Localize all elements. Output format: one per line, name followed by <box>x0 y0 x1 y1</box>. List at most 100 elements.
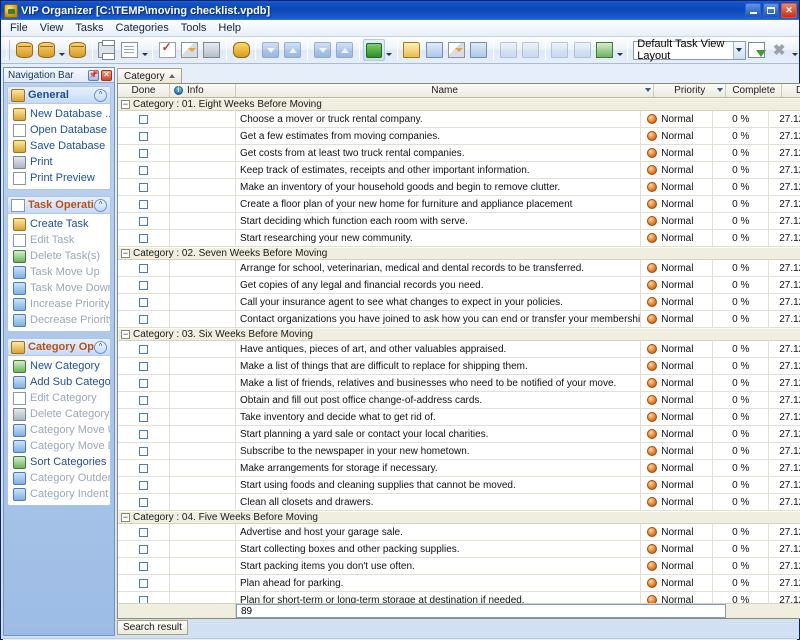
cell-date[interactable]: 27.12.2005 11:34:57 <box>769 477 800 493</box>
cell-priority[interactable]: Normal <box>641 277 714 293</box>
cell-name[interactable]: Start collecting boxes and other packing… <box>236 541 642 557</box>
sidebar-item-delete-tasks[interactable]: Delete Task(s) <box>8 248 110 264</box>
cell-name[interactable]: Make a list of friends, relatives and bu… <box>236 375 642 391</box>
decrease-priority-button[interactable] <box>311 39 333 61</box>
open-database-button[interactable] <box>35 39 57 61</box>
table-row[interactable]: Keep track of estimates, receipts and ot… <box>118 162 800 179</box>
cell-priority[interactable]: Normal <box>641 426 714 442</box>
layout-combo[interactable]: Default Task View Layout <box>633 38 746 62</box>
sidebar-item-create-task[interactable]: Create Task <box>8 216 110 232</box>
cell-name[interactable]: Contact organizations you have joined to… <box>236 311 642 327</box>
cell-name[interactable]: Start planning a yard sale or contact yo… <box>236 426 642 442</box>
cell-priority[interactable]: Normal <box>641 213 714 229</box>
cell-name[interactable]: Start using foods and cleaning supplies … <box>236 477 642 493</box>
sidebar-item-delete-category[interactable]: Delete Category <box>8 406 110 422</box>
done-checkbox[interactable] <box>139 314 148 324</box>
cell-priority[interactable]: Normal <box>641 260 714 276</box>
cell-priority[interactable]: Normal <box>641 145 714 161</box>
cell-name[interactable]: Start packing items you don't use often. <box>236 558 642 574</box>
cell-priority[interactable]: Normal <box>641 558 714 574</box>
cell-complete[interactable]: 0 % <box>713 213 770 229</box>
cell-date[interactable]: 27.12.2005 11:29:59 <box>769 128 800 144</box>
menu-item-help[interactable]: Help <box>212 21 247 35</box>
cell-name[interactable]: Plan for short-term or long-term storage… <box>236 592 642 603</box>
cell-complete[interactable]: 0 % <box>713 460 770 476</box>
cell-date[interactable]: 27.12.2005 11:34:25 <box>769 277 800 293</box>
done-checkbox[interactable] <box>139 429 148 439</box>
done-checkbox[interactable] <box>139 233 148 243</box>
cell-name[interactable]: Get costs from at least two truck rental… <box>236 145 642 161</box>
done-checkbox[interactable] <box>139 497 148 507</box>
done-checkbox[interactable] <box>139 480 148 490</box>
mark-done-button[interactable] <box>362 39 385 61</box>
cell-date[interactable]: 27.12.2005 11:34:57 <box>769 494 800 510</box>
new-category-button[interactable] <box>401 39 423 61</box>
done-checkbox[interactable] <box>139 595 148 603</box>
cell-priority[interactable]: Normal <box>641 128 714 144</box>
done-checkbox[interactable] <box>139 131 148 141</box>
cell-name[interactable]: Make an inventory of your household good… <box>236 179 642 195</box>
cell-date[interactable]: 27.12.2005 11:29:59 <box>769 162 800 178</box>
cell-complete[interactable]: 0 % <box>713 311 770 327</box>
cell-priority[interactable]: Normal <box>641 592 714 603</box>
category-header-row[interactable]: − Category : 04. Five Weeks Before Moving <box>118 511 800 524</box>
cell-priority[interactable]: Normal <box>641 494 714 510</box>
table-row[interactable]: Make a list of things that are difficult… <box>118 358 800 375</box>
sidebar-item-open-database[interactable]: Open Database ... <box>8 122 110 138</box>
cell-name[interactable]: Create a floor plan of your new home for… <box>236 196 642 212</box>
cell-name[interactable]: Get a few estimates from moving companie… <box>236 128 642 144</box>
column-header-complete[interactable]: Complete <box>726 84 783 97</box>
cell-priority[interactable]: Normal <box>641 230 714 246</box>
sidebar-item-category-indent[interactable]: Category Indent <box>8 486 110 502</box>
category-header-row[interactable]: − Category : 01. Eight Weeks Before Movin… <box>118 98 800 111</box>
cell-name[interactable]: Clean all closets and drawers. <box>236 494 642 510</box>
cell-done[interactable] <box>118 294 170 310</box>
cell-done[interactable] <box>118 260 170 276</box>
cell-complete[interactable]: 0 % <box>713 179 770 195</box>
delete-task-button[interactable] <box>201 39 223 61</box>
cell-done[interactable] <box>118 128 170 144</box>
cell-complete[interactable]: 0 % <box>713 524 770 540</box>
sidebar-item-task-move-down[interactable]: Task Move Down <box>8 280 110 296</box>
table-row[interactable]: Contact organizations you have joined to… <box>118 311 800 328</box>
cell-done[interactable] <box>118 358 170 374</box>
cell-done[interactable] <box>118 558 170 574</box>
cell-name[interactable]: Have antiques, pieces of art, and other … <box>236 341 642 357</box>
cell-name[interactable]: Make a list of things that are difficult… <box>236 358 642 374</box>
table-row[interactable]: Advertise and host your garage sale. Norm… <box>118 524 800 541</box>
cell-done[interactable] <box>118 277 170 293</box>
print-preview-dropdown[interactable] <box>140 39 149 61</box>
cell-complete[interactable]: 0 % <box>713 392 770 408</box>
done-checkbox[interactable] <box>139 395 148 405</box>
cell-priority[interactable]: Normal <box>641 541 714 557</box>
cell-priority[interactable]: Normal <box>641 460 714 476</box>
cell-complete[interactable]: 0 % <box>713 341 770 357</box>
cell-complete[interactable]: 0 % <box>713 145 770 161</box>
menu-item-file[interactable]: File <box>4 21 34 35</box>
delete-category-button[interactable] <box>468 39 490 61</box>
cell-priority[interactable]: Normal <box>641 375 714 391</box>
done-checkbox[interactable] <box>139 446 148 456</box>
create-task-button[interactable] <box>156 39 178 61</box>
cell-done[interactable] <box>118 494 170 510</box>
sidebar-item-category-move-up[interactable]: Category Move Up <box>8 422 110 438</box>
inline-edit-input[interactable]: 89 <box>236 604 727 618</box>
cell-complete[interactable]: 0 % <box>713 575 770 591</box>
cell-complete[interactable]: 0 % <box>713 494 770 510</box>
menu-item-tasks[interactable]: Tasks <box>69 21 109 35</box>
add-sub-category-button[interactable] <box>423 39 445 61</box>
cell-done[interactable] <box>118 145 170 161</box>
cell-complete[interactable]: 0 % <box>713 111 770 127</box>
cell-done[interactable] <box>118 575 170 591</box>
cell-done[interactable] <box>118 460 170 476</box>
cell-date[interactable]: 27.12.2005 11:35:45 <box>769 575 800 591</box>
category-header-row[interactable]: − Category : 03. Six Weeks Before Moving <box>118 328 800 341</box>
cell-name[interactable]: Take inventory and decide what to get ri… <box>236 409 642 425</box>
cell-name[interactable]: Arrange for school, veterinarian, medica… <box>236 260 642 276</box>
cell-date[interactable]: 27.12.2005 11:34:25 <box>769 260 800 276</box>
cell-priority[interactable]: Normal <box>641 294 714 310</box>
cell-priority[interactable]: Normal <box>641 443 714 459</box>
cell-done[interactable] <box>118 443 170 459</box>
table-row[interactable]: Start packing items you don't use often.… <box>118 558 800 575</box>
done-checkbox[interactable] <box>139 412 148 422</box>
